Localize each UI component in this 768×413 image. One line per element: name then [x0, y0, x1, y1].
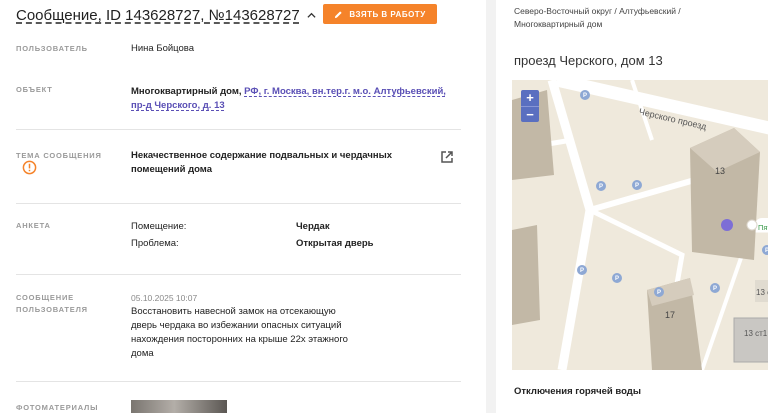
map-zoom-controls: + −: [521, 90, 539, 122]
svg-text:P: P: [615, 276, 619, 282]
topic-row: ТЕМА СООБЩЕНИЯ Некачественное содержание…: [16, 144, 461, 204]
photos-row: ФОТОМАТЕРИАЛЫ: [16, 398, 461, 413]
building-13c1-label: 13 ст1: [744, 329, 768, 338]
message-text: Восстановить навесной замок на отсекающу…: [131, 305, 431, 361]
take-to-work-label: ВЗЯТЬ В РАБОТУ: [349, 9, 426, 19]
message-line: нахождения посторонних на крыше 22х этаж…: [131, 334, 348, 345]
object-info-panel: Северо-Восточный округ / Алтуфьевский / …: [486, 0, 768, 413]
message-line: дома: [131, 348, 154, 359]
photos-label: ФОТОМАТЕРИАЛЫ: [16, 403, 99, 412]
svg-text:P: P: [713, 286, 717, 292]
pencil-icon: [335, 10, 342, 18]
topic-line2: помещений дома: [131, 164, 212, 175]
warning-icon: [22, 160, 37, 175]
svg-text:P: P: [635, 183, 639, 189]
object-location-marker[interactable]: [721, 219, 733, 231]
topic-value: Некачественное содержание подвальных и ч…: [131, 149, 431, 177]
user-row: ПОЛЬЗОВАТЕЛЬ Нина Бойцова: [16, 42, 461, 66]
object-value: Многоквартирный дом, РФ, г. Москва, вн.т…: [131, 85, 461, 113]
message-label-line1: СООБЩЕНИЕ: [16, 293, 74, 302]
external-link-icon[interactable]: [440, 150, 454, 164]
message-line: Восстановить навесной замок на отсекающу…: [131, 306, 336, 317]
building-left-bottom: [512, 225, 540, 325]
zoom-in-button[interactable]: +: [521, 90, 539, 106]
survey-label: АНКЕТА: [16, 221, 51, 230]
breadcrumb-line2[interactable]: Многоквартирный дом: [514, 19, 602, 29]
message-label: СООБЩЕНИЕ ПОЛЬЗОВАТЕЛЯ: [16, 292, 88, 316]
object-type: Многоквартирный дом,: [131, 86, 242, 97]
object-address-link[interactable]: РФ, г. Москва, вн.тер.г. м.о. Алтуфьевск…: [244, 86, 446, 97]
object-address-link-line2[interactable]: пр-д Черского, д. 13: [131, 100, 225, 111]
survey-value-room: Чердак: [296, 221, 330, 232]
map[interactable]: PPP PPP PPP Черского проезд 13 17 13 ст3…: [512, 80, 768, 370]
survey-key-room: Помещение:: [131, 221, 187, 232]
message-row: СООБЩЕНИЕ ПОЛЬЗОВАТЕЛЯ 05.10.2025 10:07 …: [16, 286, 461, 382]
breadcrumb: Северо-Восточный округ / Алтуфьевский / …: [514, 5, 764, 31]
building-13c3-label: 13 ст3: [756, 288, 768, 297]
survey-row: АНКЕТА Помещение: Чердак Проблема: Откры…: [16, 216, 461, 275]
breadcrumb-line1[interactable]: Северо-Восточный округ / Алтуфьевский /: [514, 6, 681, 16]
user-value: Нина Бойцова: [131, 43, 195, 54]
photo-thumbnail[interactable]: [131, 400, 227, 413]
map-canvas[interactable]: PPP PPP PPP Черского проезд 13 17 13 ст3…: [512, 80, 768, 370]
message-datetime: 05.10.2025 10:07: [131, 293, 198, 303]
chevron-up-icon[interactable]: [307, 11, 316, 20]
zoom-out-button[interactable]: −: [521, 106, 539, 122]
svg-text:P: P: [580, 268, 584, 274]
poi-label: Пятё: [758, 223, 768, 232]
message-title[interactable]: Сообщение, ID 143628727, №143628727: [16, 7, 300, 24]
message-line: дверь чердака во избежании опасных ситуа…: [131, 320, 342, 331]
message-panel: Сообщение, ID 143628727, №143628727 ВЗЯТ…: [0, 0, 486, 413]
svg-text:P: P: [583, 93, 587, 99]
take-to-work-button[interactable]: ВЗЯТЬ В РАБОТУ: [323, 4, 437, 24]
svg-text:P: P: [657, 290, 661, 296]
building-13-label: 13: [715, 166, 725, 176]
building-13c1[interactable]: [733, 317, 768, 363]
svg-text:P: P: [599, 184, 603, 190]
object-row: ОБЪЕКТ Многоквартирный дом, РФ, г. Москв…: [16, 82, 461, 130]
survey-value-problem: Открытая дверь: [296, 238, 374, 249]
topic-line1: Некачественное содержание подвальных и ч…: [131, 150, 393, 161]
building-17-label: 17: [665, 310, 675, 320]
message-label-line2: ПОЛЬЗОВАТЕЛЯ: [16, 305, 88, 314]
message-header: Сообщение, ID 143628727, №143628727: [16, 4, 316, 26]
object-address-title: проезд Черского, дом 13: [514, 53, 663, 68]
outage-title: Отключения горячей воды: [514, 386, 641, 397]
building-13[interactable]: [690, 128, 760, 260]
survey-key-problem: Проблема:: [131, 238, 179, 249]
user-label: ПОЛЬЗОВАТЕЛЬ: [16, 44, 88, 53]
object-label: ОБЪЕКТ: [16, 85, 53, 94]
